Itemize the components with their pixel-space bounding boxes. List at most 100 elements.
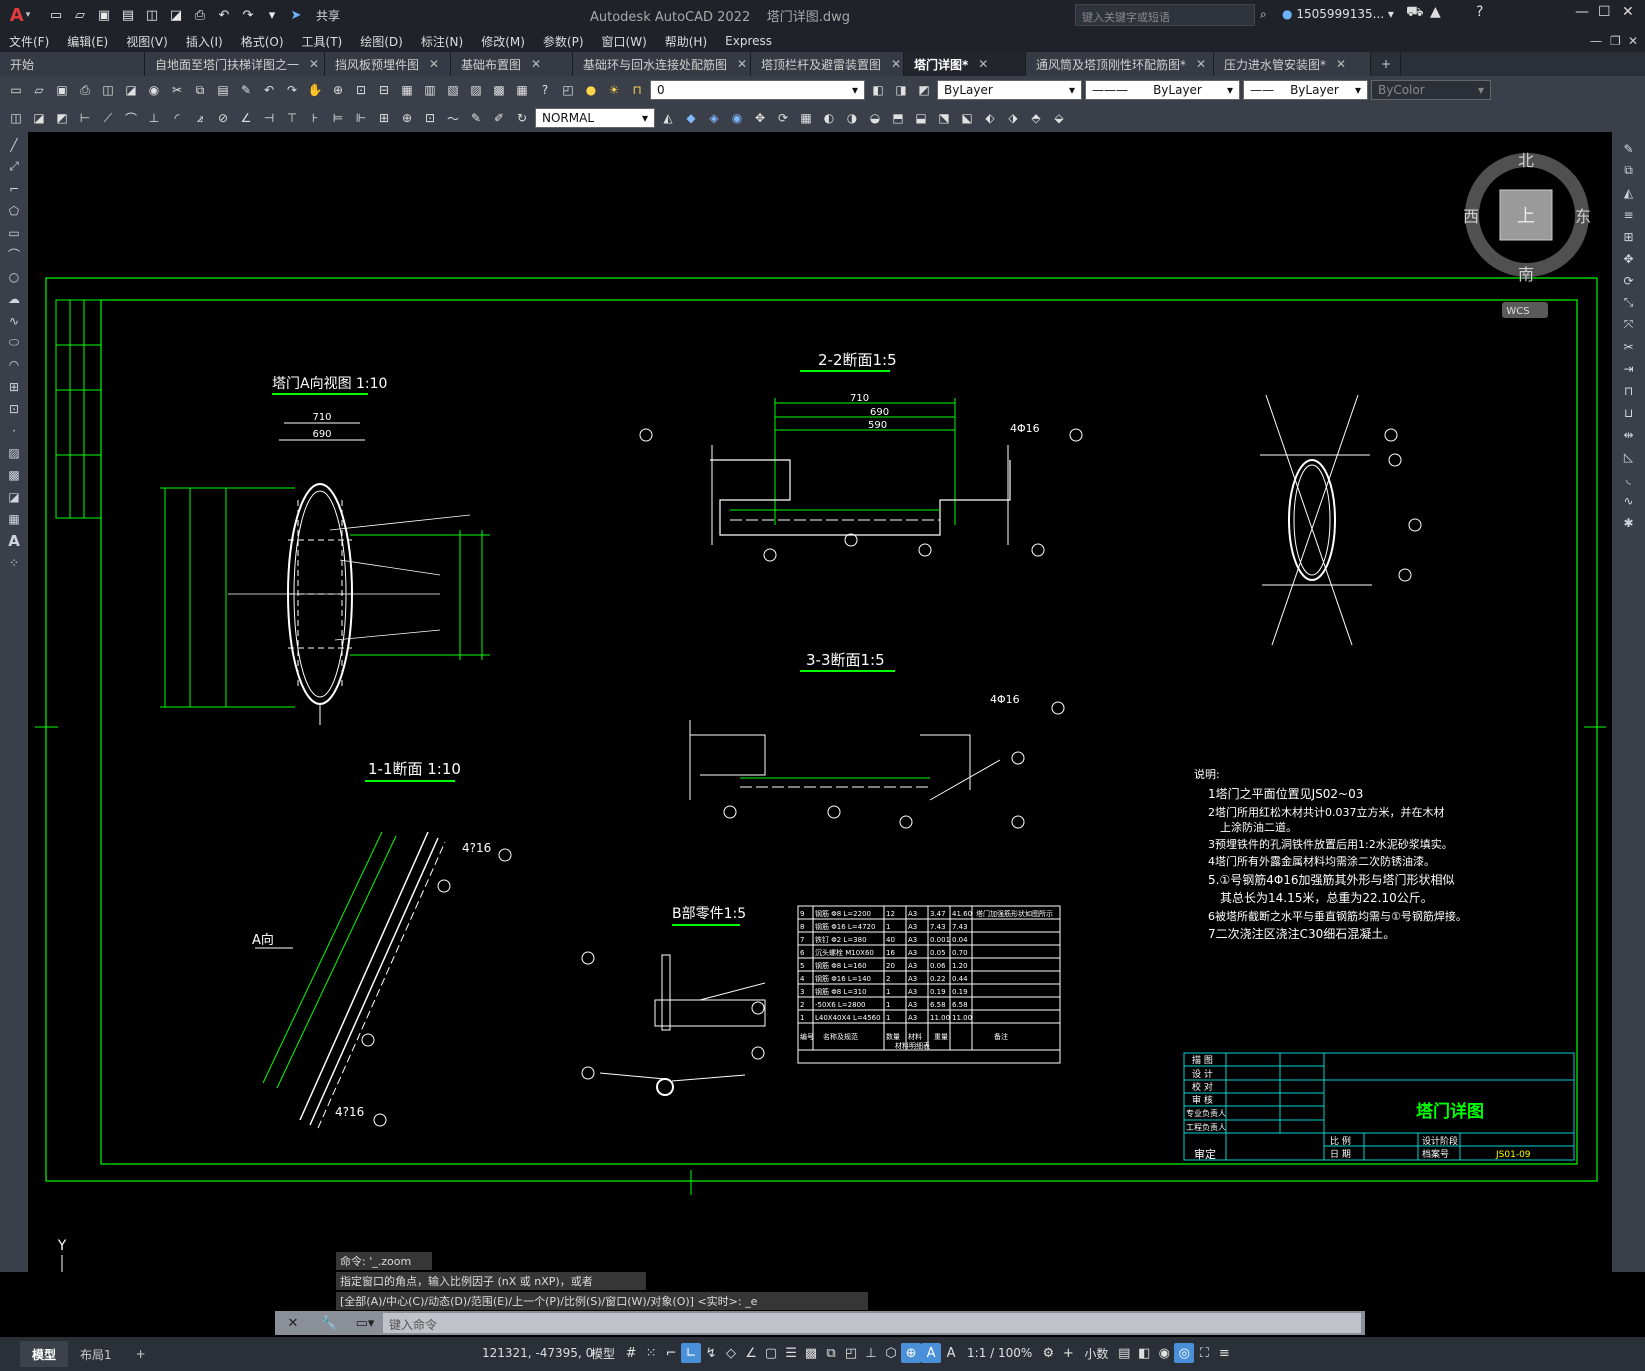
ucs-icon[interactable]: ◫: [6, 108, 26, 128]
fillet-icon[interactable]: ◟: [1620, 470, 1638, 487]
workspace-icon[interactable]: ⚙: [1038, 1343, 1058, 1363]
command-input[interactable]: 键入命令: [383, 1313, 1361, 1333]
linear-dim-icon[interactable]: ⊢: [75, 108, 95, 128]
viewcube-north[interactable]: 北: [1518, 151, 1534, 170]
search-icon[interactable]: ⌕: [1260, 7, 1267, 22]
share-icon[interactable]: ➤: [286, 5, 306, 25]
close-tab-icon[interactable]: ✕: [1336, 57, 1346, 71]
dim-override-icon[interactable]: ◭: [658, 108, 678, 128]
angular-dim-icon[interactable]: ∠: [236, 108, 256, 128]
new-icon[interactable]: ▭: [6, 80, 26, 100]
menu-dimension[interactable]: 标注(N): [412, 33, 472, 50]
layer-dropdown[interactable]: 0 ▾: [650, 80, 865, 100]
save-icon[interactable]: ▣: [52, 80, 72, 100]
offset-icon[interactable]: ≡: [1620, 206, 1638, 223]
close-tab-icon[interactable]: ✕: [1196, 57, 1206, 71]
chamfer-icon[interactable]: ◺: [1620, 448, 1638, 465]
lineweight-icon[interactable]: ☰: [781, 1343, 801, 1363]
subtract-icon[interactable]: ◑: [842, 108, 862, 128]
tool-palettes-icon[interactable]: ▧: [443, 80, 463, 100]
close-tab-icon[interactable]: ✕: [309, 57, 319, 71]
zoom-previous-icon[interactable]: ⊟: [374, 80, 394, 100]
open-folder-icon[interactable]: ▱: [70, 5, 90, 25]
break-icon[interactable]: ⊔: [1620, 404, 1638, 421]
menu-view[interactable]: 视图(V): [117, 33, 177, 50]
sphere-icon[interactable]: ◉: [727, 108, 747, 128]
viewcube-west[interactable]: 西: [1463, 207, 1479, 226]
tab-foundation-ring[interactable]: 基础环与回水连接处配筋图 ✕: [573, 52, 751, 76]
redo-icon[interactable]: ↷: [282, 80, 302, 100]
tab-ladder-detail[interactable]: 自地面至塔门扶梯详图之一 ✕: [145, 52, 325, 76]
markup-icon[interactable]: ▩: [489, 80, 509, 100]
pan-icon[interactable]: ✋: [305, 80, 325, 100]
union-icon[interactable]: ◐: [819, 108, 839, 128]
search-input[interactable]: 键入关键字或短语: [1075, 4, 1255, 26]
close-commandline-icon[interactable]: ✕: [275, 1316, 311, 1331]
help-icon[interactable]: ?: [1476, 4, 1483, 20]
intersect-icon[interactable]: ◒: [865, 108, 885, 128]
join-icon[interactable]: ⇹: [1620, 426, 1638, 443]
plotstyle-dropdown[interactable]: ByColor ▾: [1371, 80, 1491, 100]
zoom-window-icon[interactable]: ⊡: [351, 80, 371, 100]
close-tab-icon[interactable]: ✕: [737, 57, 747, 71]
continue-dim-icon[interactable]: ⊦: [305, 108, 325, 128]
quickcalc-icon[interactable]: ▦: [512, 80, 532, 100]
selection-cycling-icon[interactable]: ⧉: [821, 1343, 841, 1363]
render-icon[interactable]: ⬗: [1003, 108, 1023, 128]
break-at-point-icon[interactable]: ⊓: [1620, 382, 1638, 399]
layer-light-icon[interactable]: ●: [581, 80, 601, 100]
autodesk-app-icon[interactable]: ▲: [1430, 4, 1441, 20]
help-icon[interactable]: ?: [535, 80, 555, 100]
viewcube[interactable]: 上 北 南 西 东 WCS: [1463, 151, 1591, 318]
tab-start[interactable]: 开始: [0, 52, 145, 76]
properties-icon[interactable]: ▦: [397, 80, 417, 100]
slice-icon[interactable]: ⬔: [934, 108, 954, 128]
explode-icon[interactable]: ✱: [1620, 514, 1638, 531]
region-icon[interactable]: ◪: [5, 488, 23, 505]
blend-curves-icon[interactable]: ∿: [1620, 492, 1638, 509]
close-tab-icon[interactable]: ✕: [891, 57, 901, 71]
solid-edit-icon[interactable]: ⬖: [980, 108, 1000, 128]
scale-icon[interactable]: ⤡: [1620, 294, 1638, 311]
paste-icon[interactable]: ▤: [213, 80, 233, 100]
tab-tower-door[interactable]: 塔门详图* ✕: [904, 52, 1026, 76]
polygon-icon[interactable]: ⬠: [5, 202, 23, 219]
tab-foundation[interactable]: 基础布置图 ✕: [451, 52, 573, 76]
ellipse-arc-icon[interactable]: ◠: [5, 356, 23, 373]
layer-previous-icon[interactable]: ◨: [891, 80, 911, 100]
viewcube-top[interactable]: 上: [1517, 206, 1535, 227]
ellipse-icon[interactable]: ⬭: [5, 334, 23, 351]
dim-edit-icon[interactable]: ✎: [466, 108, 486, 128]
close-tab-icon[interactable]: ✕: [429, 57, 439, 71]
spline-icon[interactable]: ∿: [5, 312, 23, 329]
layer-properties-icon[interactable]: ◰: [558, 80, 578, 100]
arc-length-icon[interactable]: ⌒: [121, 108, 141, 128]
match-properties-icon[interactable]: ✎: [236, 80, 256, 100]
quick-dim-icon[interactable]: ⊣: [259, 108, 279, 128]
dim-text-edit-icon[interactable]: ✐: [489, 108, 509, 128]
section-icon[interactable]: ⬕: [957, 108, 977, 128]
web-mobile-open-icon[interactable]: ◫: [142, 5, 162, 25]
color-dropdown[interactable]: ByLayer ▾: [937, 80, 1082, 100]
dynamic-ucs-icon[interactable]: ⊥: [861, 1343, 881, 1363]
grid-icon[interactable]: #: [621, 1343, 641, 1363]
move-icon[interactable]: ✥: [1620, 250, 1638, 267]
recent-commands-icon[interactable]: ▭▾: [347, 1316, 383, 1331]
lineweight-dropdown[interactable]: —— ByLayer ▾: [1243, 80, 1368, 100]
rotate-3d-icon[interactable]: ⟳: [773, 108, 793, 128]
erase-icon[interactable]: ✎: [1620, 140, 1638, 157]
new-tab-button[interactable]: +: [1371, 52, 1401, 76]
linetype-dropdown[interactable]: ——— ByLayer ▾: [1085, 80, 1240, 100]
rectangle-icon[interactable]: ▭: [5, 224, 23, 241]
jogged-dim-icon[interactable]: ⦨: [190, 108, 210, 128]
doc-close-icon[interactable]: ✕: [1628, 34, 1638, 48]
center-mark-icon[interactable]: ⊕: [397, 108, 417, 128]
publish-icon[interactable]: ◪: [121, 80, 141, 100]
dim-break-icon[interactable]: ⊩: [351, 108, 371, 128]
close-tab-icon[interactable]: ✕: [531, 57, 541, 71]
circle-icon[interactable]: ○: [5, 268, 23, 285]
rotate-icon[interactable]: ⟳: [1620, 272, 1638, 289]
camera-icon[interactable]: ⬙: [1049, 108, 1069, 128]
snap-icon[interactable]: ⁙: [641, 1343, 661, 1363]
line-icon[interactable]: ╱: [5, 136, 23, 153]
